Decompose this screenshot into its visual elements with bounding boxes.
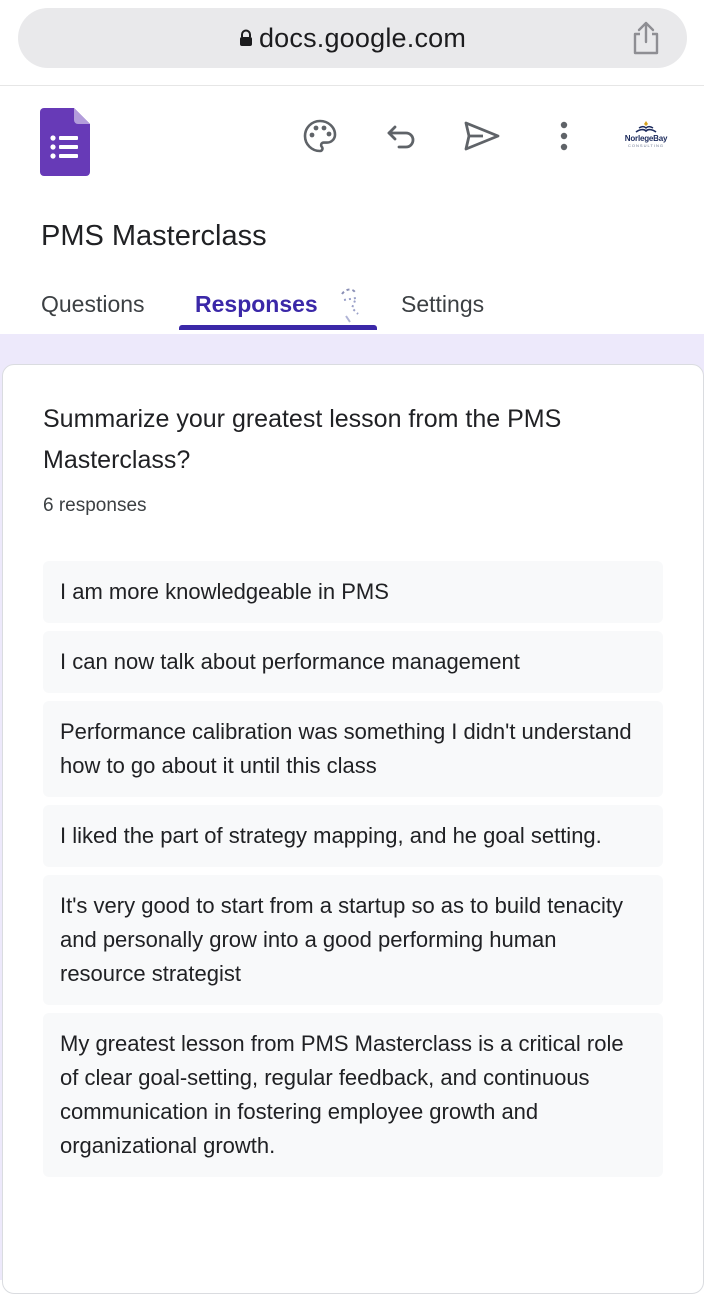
response-item: I can now talk about performance managem… — [43, 631, 663, 693]
book-logo-icon — [635, 121, 657, 133]
lock-icon — [239, 29, 253, 47]
response-item: Performance calibration was something I … — [43, 701, 663, 797]
undo-icon[interactable] — [382, 116, 422, 156]
browser-toolbar: docs.google.com — [0, 0, 704, 86]
response-item: I am more knowledgeable in PMS — [43, 561, 663, 623]
loading-spinner-icon — [334, 284, 366, 324]
question-summary-card: Summarize your greatest lesson from the … — [2, 364, 704, 1294]
url-display: docs.google.com — [18, 8, 687, 68]
form-title: PMS Masterclass — [41, 220, 267, 252]
forms-header: NorlegeBay CONSULTING PMS Masterclass Qu… — [0, 86, 704, 334]
more-vert-icon[interactable] — [544, 116, 584, 156]
brand-name: NorlegeBay — [624, 134, 668, 143]
brand-subtitle: CONSULTING — [628, 143, 664, 148]
palette-icon[interactable] — [300, 116, 340, 156]
responses-list: I am more knowledgeable in PMS I can now… — [43, 561, 663, 1185]
active-tab-indicator — [179, 325, 377, 330]
response-item: It's very good to start from a startup s… — [43, 875, 663, 1005]
address-bar[interactable]: docs.google.com — [18, 8, 687, 68]
url-text: docs.google.com — [258, 22, 467, 53]
response-item: My greatest lesson from PMS Masterclass … — [43, 1013, 663, 1177]
account-avatar[interactable]: NorlegeBay CONSULTING — [620, 120, 672, 156]
response-count: 6 responses — [43, 495, 147, 516]
tab-questions[interactable]: Questions — [41, 282, 145, 326]
google-forms-icon[interactable] — [40, 108, 90, 176]
response-item: I liked the part of strategy mapping, an… — [43, 805, 663, 867]
share-icon[interactable] — [629, 20, 663, 56]
tab-bar: Questions Responses Settings — [0, 282, 704, 334]
send-icon[interactable] — [462, 116, 502, 156]
question-title: Summarize your greatest lesson from the … — [43, 405, 562, 474]
tab-settings[interactable]: Settings — [401, 282, 484, 326]
tab-responses[interactable]: Responses — [195, 282, 318, 326]
